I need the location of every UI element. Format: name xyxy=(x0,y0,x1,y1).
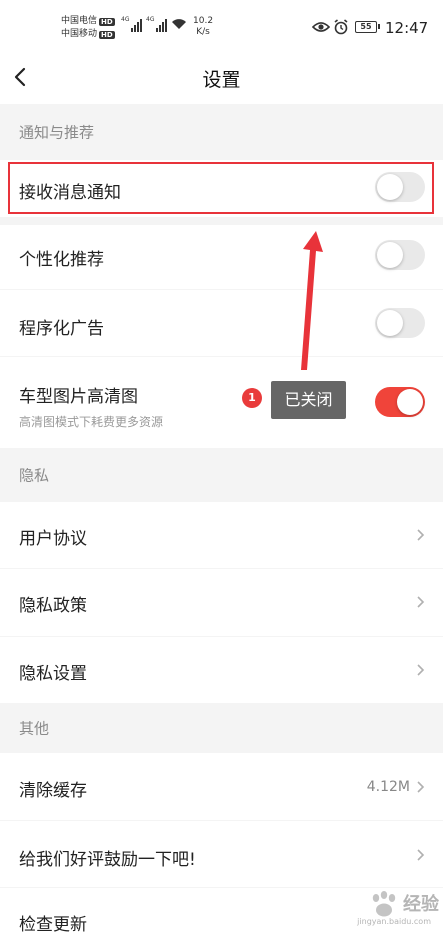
row-hd-images[interactable]: 车型图片高清图 高清图模式下耗费更多资源 xyxy=(0,357,443,448)
row-label: 用户协议 xyxy=(19,529,87,549)
chevron-right-icon xyxy=(417,781,425,793)
highlight-box xyxy=(8,162,434,214)
chevron-right-icon xyxy=(417,529,425,541)
battery-icon: 55 xyxy=(355,21,380,33)
row-sublabel: 高清图模式下耗费更多资源 xyxy=(19,415,164,429)
row-label: 车型图片高清图 xyxy=(19,387,138,407)
alarm-icon xyxy=(334,19,348,35)
status-bar: 中国电信 HD 中国移动 HD 4G 4G 10.2 K/s 55 12:47 xyxy=(0,0,443,52)
programmatic-ads-toggle[interactable] xyxy=(375,308,425,338)
hd-badge: HD xyxy=(99,30,115,39)
network-speed: 10.2 K/s xyxy=(193,16,214,37)
section-header-notify: 通知与推荐 xyxy=(0,104,443,160)
watermark: 经验 xyxy=(367,890,439,920)
row-rate-us[interactable]: 给我们好评鼓励一下吧! xyxy=(0,821,443,887)
carrier-1: 中国电信 xyxy=(61,16,98,26)
section-header-other: 其他 xyxy=(0,703,443,753)
section-header-privacy: 隐私 xyxy=(0,448,443,502)
row-privacy-policy[interactable]: 隐私政策 xyxy=(0,569,443,636)
row-label: 个性化推荐 xyxy=(19,250,104,270)
row-label: 检查更新 xyxy=(19,915,87,935)
hd-images-toggle[interactable] xyxy=(375,387,425,417)
annotation-tooltip: 已关闭 xyxy=(271,381,346,419)
header-bar: 设置 xyxy=(0,52,443,104)
hd-badge: HD xyxy=(99,17,115,26)
row-label: 隐私设置 xyxy=(19,664,87,684)
carrier-2: 中国移动 xyxy=(61,29,98,39)
row-programmatic-ads[interactable]: 程序化广告 xyxy=(0,290,443,356)
row-clear-cache[interactable]: 清除缓存 4.12M xyxy=(0,753,443,820)
row-privacy-settings[interactable]: 隐私设置 xyxy=(0,637,443,703)
row-personal-recommend[interactable]: 个性化推荐 xyxy=(0,225,443,289)
annotation-badge: 1 xyxy=(242,388,262,408)
row-user-agreement[interactable]: 用户协议 xyxy=(0,502,443,568)
chevron-right-icon xyxy=(417,664,425,676)
row-label: 隐私政策 xyxy=(19,596,87,616)
chevron-right-icon xyxy=(417,596,425,608)
row-label: 程序化广告 xyxy=(19,319,104,339)
watermark-url: jingyan.baidu.com xyxy=(357,917,431,926)
row-label: 清除缓存 xyxy=(19,781,87,801)
signal-icon: 4G xyxy=(146,16,168,32)
eye-icon xyxy=(312,22,330,32)
row-label: 给我们好评鼓励一下吧! xyxy=(19,850,196,870)
cache-size: 4.12M xyxy=(366,779,410,795)
page-title: 设置 xyxy=(202,69,241,91)
clock: 12:47 xyxy=(385,19,429,37)
carrier-info: 中国电信 HD 中国移动 HD xyxy=(61,15,115,41)
personal-recommend-toggle[interactable] xyxy=(375,240,425,270)
chevron-right-icon xyxy=(417,849,425,861)
paw-logo-icon xyxy=(372,891,396,917)
wifi-icon xyxy=(172,19,186,29)
signal-icon: 4G xyxy=(121,16,143,32)
